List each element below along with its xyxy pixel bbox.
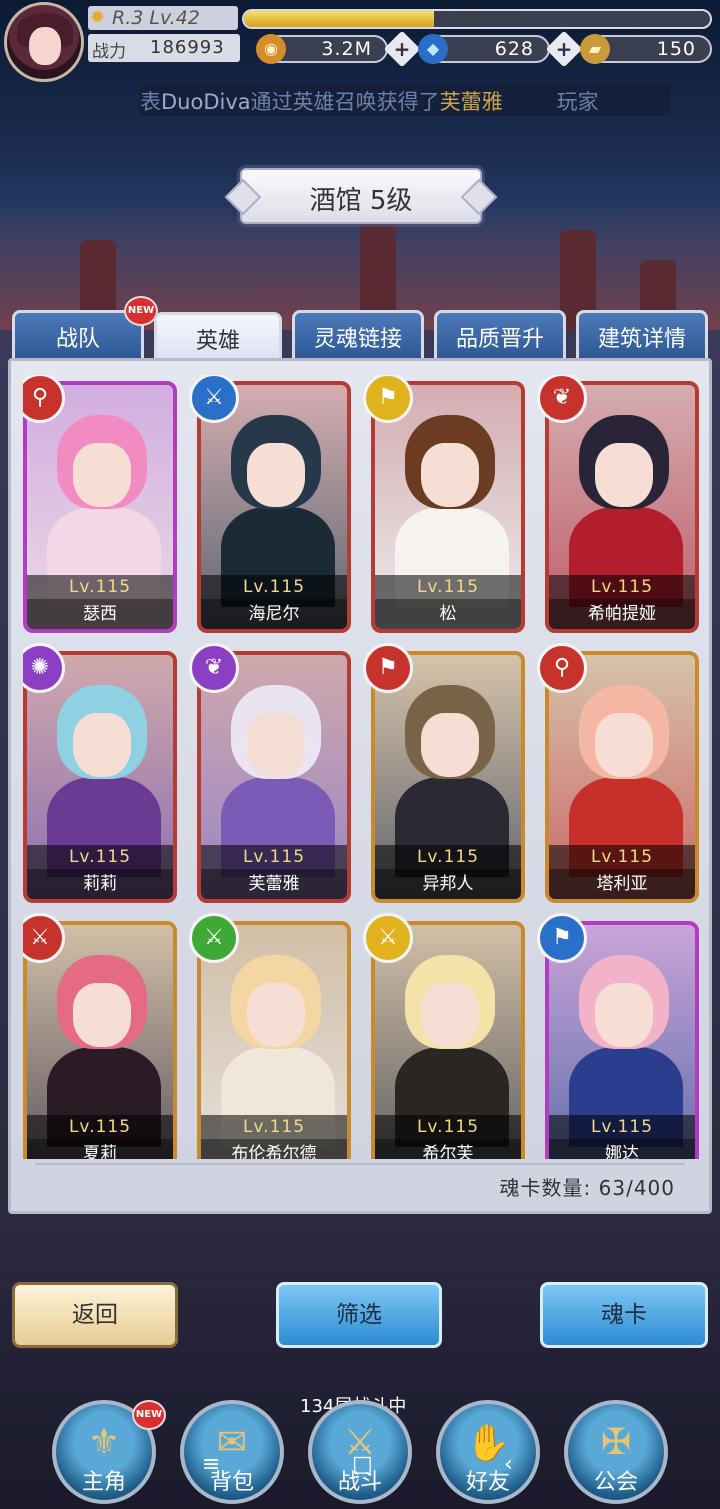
ticket-icon: ▰ (580, 34, 610, 64)
handshake-icon: ✋ (465, 1423, 511, 1464)
hero-grid[interactable]: Lv.115 瑟西 ⚲ Lv.115 海尼尔 ⚔ Lv.115 松 ⚑ Lv.115 希帕提娅 ❦ Lv… (23, 375, 699, 1159)
magnifier-element-icon: ⚲ (537, 643, 587, 693)
tab-heroes[interactable]: 英雄 (154, 312, 282, 360)
page-title: 酒馆 5级 (240, 168, 482, 224)
hero-name: 异邦人 (375, 869, 521, 899)
filter-button[interactable]: 筛选 (276, 1282, 442, 1348)
gold-counter: ◉ 3.2M (256, 34, 388, 64)
flag-element-icon: ⚑ (363, 643, 413, 693)
soul-card-button[interactable]: 魂卡 (540, 1282, 708, 1348)
hero-level: Lv.115 (375, 845, 521, 869)
hero-level: Lv.115 (201, 575, 347, 599)
divider (35, 1163, 685, 1165)
top-bar: ✹ R.3 Lv.42 74.3K/182.4K 战力 186993 ◉ 3.2… (0, 0, 720, 84)
home-icon[interactable]: □ (352, 1452, 373, 1477)
hero-name: 松 (375, 599, 521, 629)
tab-building-details[interactable]: 建筑详情 (576, 310, 708, 358)
add-gold-button[interactable]: + (383, 30, 421, 68)
hero-level: Lv.115 (549, 575, 695, 599)
nav-bag[interactable]: ✉ 背包 (180, 1400, 284, 1504)
hero-name: 瑟西 (27, 599, 173, 629)
guild-crest-icon: ✠ (600, 1422, 632, 1463)
broadcast-ticker: 表DuoDiva通过英雄召唤获得了芙蕾雅 玩家 (140, 84, 670, 116)
back-icon[interactable]: ‹ (504, 1452, 513, 1477)
hero-level: Lv.115 (27, 845, 173, 869)
hero-name: 娜达 (549, 1139, 695, 1159)
ticket-counter: ▰ 150 (580, 34, 712, 64)
helmet-icon: ⚜ (87, 1422, 121, 1463)
hero-level: Lv.115 (375, 575, 521, 599)
hero-level: Lv.115 (375, 1115, 521, 1139)
hero-level: Lv.115 (201, 845, 347, 869)
hero-name: 海尼尔 (201, 599, 347, 629)
diamond-counter: ◆ 628 (418, 34, 550, 64)
flag-element-icon: ⚑ (537, 913, 587, 963)
hero-level: Lv.115 (27, 575, 173, 599)
hero-level: Lv.115 (549, 1115, 695, 1139)
gold-coin-icon: ◉ (256, 34, 286, 64)
hero-name: 希帕提娅 (549, 599, 695, 629)
wings-element-icon: ❦ (189, 643, 239, 693)
hero-name: 布伦希尔德 (201, 1139, 347, 1159)
nav-new-badge: NEW (132, 1400, 166, 1430)
hero-level: Lv.115 (201, 1115, 347, 1139)
hero-name: 塔利亚 (549, 869, 695, 899)
flag-element-icon: ⚑ (363, 375, 413, 423)
wings-element-icon: ❦ (537, 375, 587, 423)
sword-element-icon: ⚔ (363, 913, 413, 963)
tab-quality-upgrade[interactable]: 品质晋升 (434, 310, 566, 358)
hero-name: 夏莉 (27, 1139, 173, 1159)
add-diamond-button[interactable]: + (545, 30, 583, 68)
player-avatar[interactable] (4, 2, 84, 82)
power-value: 186993 (150, 37, 225, 58)
hero-name: 希尔芙 (375, 1139, 521, 1159)
exp-bar: 74.3K/182.4K (242, 9, 712, 29)
bag-icon: ✉ (216, 1422, 248, 1463)
menu-icon[interactable]: ≡ (202, 1452, 220, 1477)
tab-team[interactable]: 战队 (12, 310, 144, 358)
exp-text: 74.3K/182.4K (433, 11, 521, 26)
tab-soul-link[interactable]: 灵魂链接 (292, 310, 424, 358)
new-badge: NEW (124, 296, 158, 326)
soul-card-count: 魂卡数量: 63/400 (499, 1176, 675, 1200)
sword-element-icon: ⚔ (189, 375, 239, 423)
rank-badge-icon: ✹ (90, 7, 106, 28)
sword-element-icon: ⚔ (189, 913, 239, 963)
combat-power: 战力 186993 (88, 34, 240, 62)
nav-friends[interactable]: ✋ 好友 (436, 1400, 540, 1504)
hero-name: 芙蕾雅 (201, 869, 347, 899)
hero-level: Lv.115 (549, 845, 695, 869)
hero-name: 莉莉 (27, 869, 173, 899)
back-button[interactable]: 返回 (12, 1282, 178, 1348)
player-rank: ✹ R.3 Lv.42 (88, 6, 238, 30)
nav-guild[interactable]: ✠ 公会 (564, 1400, 668, 1504)
diamond-icon: ◆ (418, 34, 448, 64)
hero-panel: Lv.115 瑟西 ⚲ Lv.115 海尼尔 ⚔ Lv.115 松 ⚑ Lv.115 希帕提娅 ❦ Lv… (8, 358, 712, 1214)
hero-level: Lv.115 (27, 1115, 173, 1139)
